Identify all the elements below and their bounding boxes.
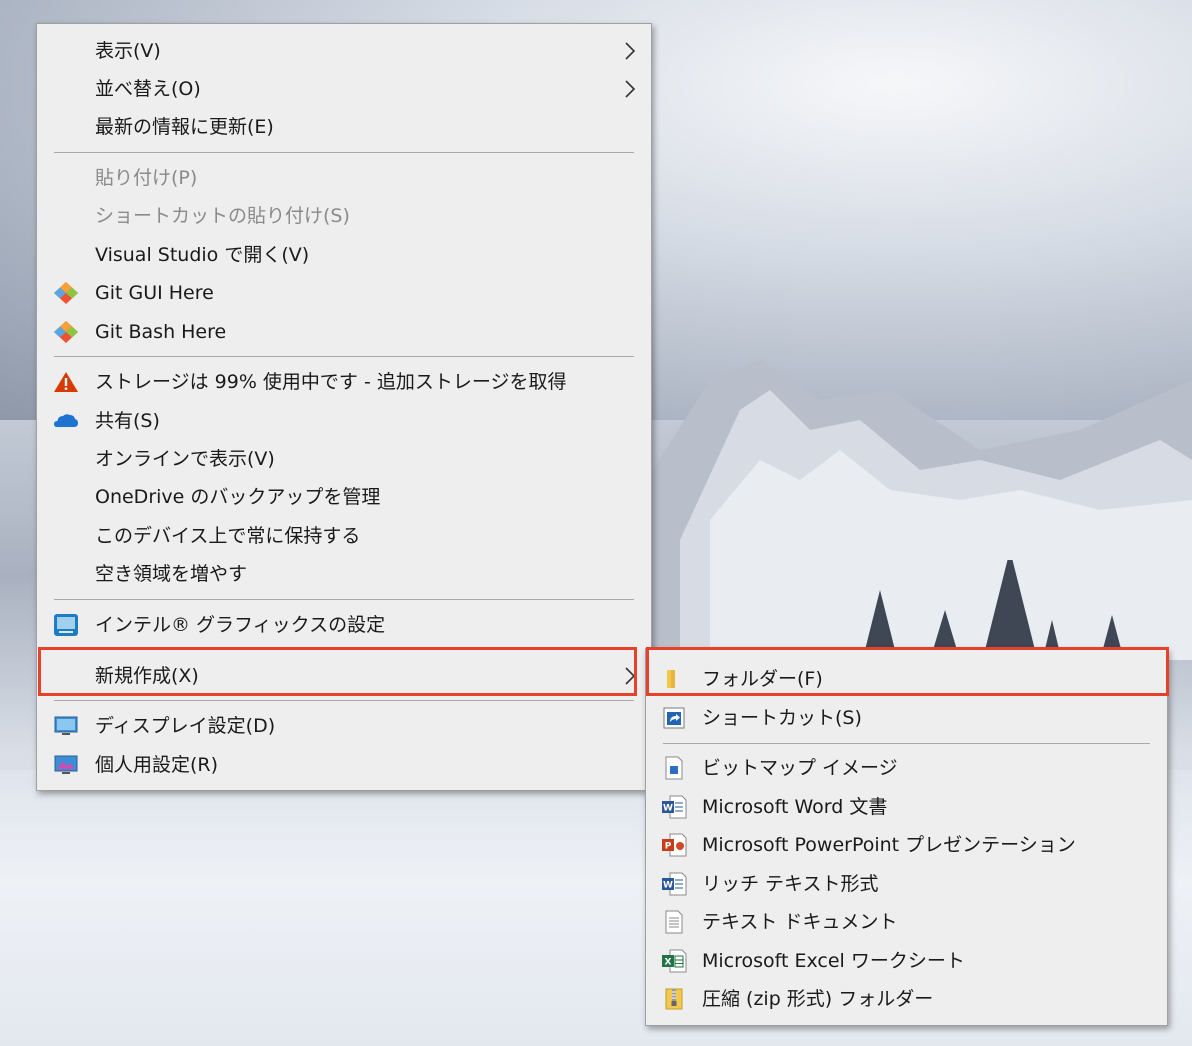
- submenu-item-new-powerpoint[interactable]: P Microsoft PowerPoint プレゼンテーション: [646, 826, 1167, 864]
- menu-item-label: オンラインで表示(V): [95, 448, 275, 470]
- menu-item-label: 空き領域を増やす: [95, 563, 248, 585]
- menu-item-label: インテル® グラフィックスの設定: [95, 614, 386, 636]
- highlight-new-item: [38, 647, 637, 696]
- menu-item-view[interactable]: 表示(V): [37, 32, 651, 70]
- svg-text:W: W: [663, 881, 673, 891]
- menu-item-label: 貼り付け(P): [95, 167, 198, 189]
- menu-item-label: OneDrive のバックアップを管理: [95, 486, 381, 508]
- excel-icon: X: [662, 949, 687, 973]
- submenu-item-new-word[interactable]: W Microsoft Word 文書: [646, 788, 1167, 826]
- menu-item-storage-warning[interactable]: ストレージは 99% 使用中です - 追加ストレージを取得: [37, 363, 651, 401]
- menu-item-label: Microsoft PowerPoint プレゼンテーション: [702, 834, 1076, 856]
- text-document-icon: [665, 910, 683, 934]
- menu-item-open-visual-studio[interactable]: Visual Studio で開く(V): [37, 236, 651, 274]
- menu-item-label: このデバイス上で常に保持する: [95, 525, 361, 547]
- onedrive-cloud-icon: [54, 414, 78, 427]
- menu-item-label: テキスト ドキュメント: [702, 911, 898, 933]
- git-icon: [54, 282, 78, 304]
- submenu-item-new-bitmap[interactable]: ビットマップ イメージ: [646, 749, 1167, 787]
- menu-item-git-bash[interactable]: Git Bash Here: [37, 313, 651, 351]
- menu-item-free-space[interactable]: 空き領域を増やす: [37, 555, 651, 593]
- menu-item-label: Microsoft Word 文書: [702, 796, 888, 818]
- submenu-item-new-shortcut[interactable]: ショートカット(S): [646, 699, 1167, 737]
- svg-text:W: W: [663, 804, 673, 814]
- bitmap-icon: [665, 756, 683, 780]
- menu-separator: [663, 743, 1150, 744]
- submenu-item-new-excel[interactable]: X Microsoft Excel ワークシート: [646, 942, 1167, 980]
- menu-item-label: Microsoft Excel ワークシート: [702, 950, 965, 972]
- zip-folder-icon: [665, 988, 683, 1010]
- menu-item-paste[interactable]: 貼り付け(P): [37, 159, 651, 197]
- submenu-item-new-zip[interactable]: 圧縮 (zip 形式) フォルダー: [646, 980, 1167, 1018]
- chevron-right-icon: [625, 80, 636, 98]
- menu-item-label: 最新の情報に更新(E): [95, 116, 274, 138]
- menu-item-manage-backup[interactable]: OneDrive のバックアップを管理: [37, 478, 651, 516]
- menu-item-label: ディスプレイ設定(D): [95, 715, 276, 737]
- menu-item-git-gui[interactable]: Git GUI Here: [37, 274, 651, 312]
- menu-item-label: Git Bash Here: [95, 321, 227, 343]
- menu-item-label: Git GUI Here: [95, 282, 214, 304]
- menu-item-personalize[interactable]: 個人用設定(R): [37, 746, 651, 784]
- menu-item-intel-graphics[interactable]: インテル® グラフィックスの設定: [37, 606, 651, 644]
- display-icon: [54, 716, 78, 735]
- menu-item-label: 圧縮 (zip 形式) フォルダー: [702, 988, 934, 1010]
- menu-item-label: ショートカットの貼り付け(S): [95, 205, 350, 227]
- menu-item-display-settings[interactable]: ディスプレイ設定(D): [37, 707, 651, 745]
- new-submenu: フォルダー(F) ショートカット(S) ビットマップ イメージ W Micros…: [645, 648, 1168, 1026]
- menu-item-label: リッチ テキスト形式: [702, 873, 879, 895]
- powerpoint-icon: P: [662, 833, 687, 857]
- shortcut-icon: [663, 707, 685, 729]
- menu-separator: [54, 700, 634, 701]
- menu-item-view-online[interactable]: オンラインで表示(V): [37, 440, 651, 478]
- menu-item-keep-on-device[interactable]: このデバイス上で常に保持する: [37, 517, 651, 555]
- menu-item-label: ストレージは 99% 使用中です - 追加ストレージを取得: [95, 371, 567, 393]
- word-icon: W: [662, 795, 687, 819]
- personalize-icon: [54, 755, 78, 774]
- word-icon: W: [662, 872, 687, 896]
- chevron-right-icon: [625, 42, 636, 60]
- submenu-item-new-text[interactable]: テキスト ドキュメント: [646, 903, 1167, 941]
- warning-icon: [54, 372, 78, 392]
- svg-text:X: X: [665, 958, 672, 968]
- menu-item-label: 個人用設定(R): [95, 754, 219, 776]
- menu-item-share[interactable]: 共有(S): [37, 402, 651, 440]
- menu-item-sort[interactable]: 並べ替え(O): [37, 70, 651, 108]
- highlight-folder-item: [646, 647, 1169, 696]
- menu-item-label: 並べ替え(O): [95, 78, 201, 100]
- menu-separator: [54, 152, 634, 153]
- svg-text:P: P: [665, 842, 672, 852]
- menu-separator: [54, 599, 634, 600]
- menu-item-label: ショートカット(S): [702, 707, 862, 729]
- git-icon: [54, 321, 78, 343]
- menu-item-label: ビットマップ イメージ: [702, 757, 898, 779]
- menu-item-label: 表示(V): [95, 40, 161, 62]
- menu-item-label: 共有(S): [95, 410, 160, 432]
- intel-graphics-icon: [54, 614, 78, 636]
- submenu-item-new-rtf[interactable]: W リッチ テキスト形式: [646, 865, 1167, 903]
- menu-separator: [54, 356, 634, 357]
- menu-item-label: Visual Studio で開く(V): [95, 244, 310, 266]
- menu-item-refresh[interactable]: 最新の情報に更新(E): [37, 108, 651, 146]
- menu-item-paste-shortcut[interactable]: ショートカットの貼り付け(S): [37, 197, 651, 235]
